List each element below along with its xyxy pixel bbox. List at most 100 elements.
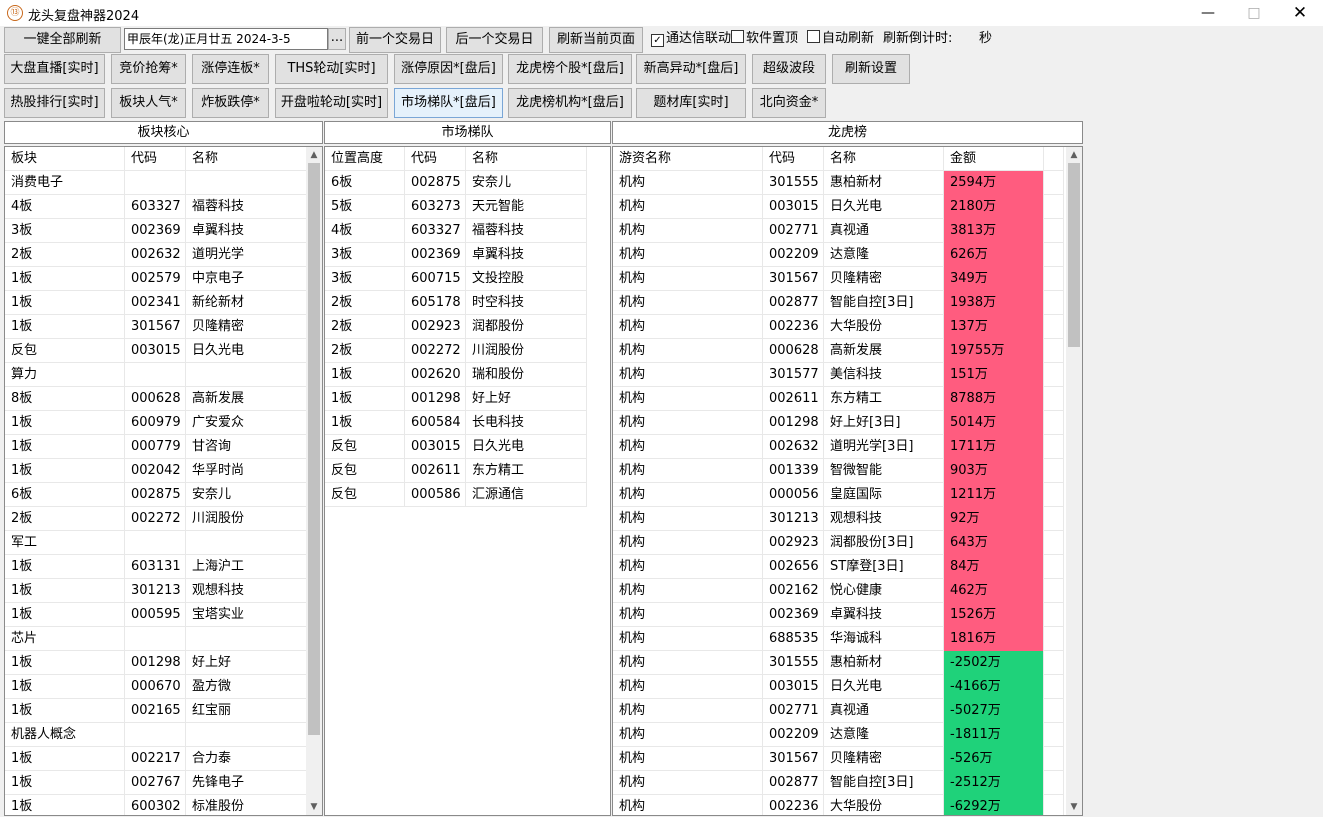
table-row[interactable]: 2板 605178 时空科技 <box>325 291 587 315</box>
refresh-page-button[interactable]: 刷新当前页面 <box>549 27 643 53</box>
sector-scrollbar[interactable]: ▲ ▼ <box>306 147 322 815</box>
table-row[interactable]: 反包 000586 汇源通信 <box>325 483 587 507</box>
auto-refresh-checkbox[interactable]: 自动刷新 <box>807 30 874 48</box>
table-row[interactable]: 1板 002579 中京电子 <box>5 267 307 291</box>
table-row[interactable]: 机构 000056 皇庭国际 1211万 <box>613 483 1064 507</box>
table-row[interactable]: 6板 002875 安奈儿 <box>5 483 307 507</box>
table-row[interactable]: 反包 003015 日久光电 <box>325 435 587 459</box>
table-row[interactable]: 机构 003015 日久光电 2180万 <box>613 195 1064 219</box>
nav-ths-rotation[interactable]: THS轮动[实时] <box>275 54 388 84</box>
nav-auction[interactable]: 竞价抢筹* <box>111 54 186 84</box>
table-row[interactable]: 机构 002209 达意隆 626万 <box>613 243 1064 267</box>
nav-limit-up-reason[interactable]: 涨停原因*[盘后] <box>394 54 503 84</box>
table-row[interactable]: 机构 002656 ST摩登[3日] 84万 <box>613 555 1064 579</box>
table-row[interactable]: 机构 301555 惠柏新材 2594万 <box>613 171 1064 195</box>
nav-lhb-institution[interactable]: 龙虎榜机构*[盘后] <box>508 88 632 118</box>
table-row[interactable]: 2板 002632 道明光学 <box>5 243 307 267</box>
table-row[interactable]: 2板 002272 川润股份 <box>325 339 587 363</box>
next-trading-day-button[interactable]: 后一个交易日 <box>446 27 543 53</box>
table-row[interactable]: 机构 003015 日久光电 -4166万 <box>613 675 1064 699</box>
table-row[interactable]: 4板 603327 福蓉科技 <box>5 195 307 219</box>
nav-lhb-stock[interactable]: 龙虎榜个股*[盘后] <box>508 54 632 84</box>
table-row[interactable]: 1板 002767 先锋电子 <box>5 771 307 795</box>
scroll-thumb[interactable] <box>308 163 320 736</box>
nav-refresh-settings[interactable]: 刷新设置 <box>832 54 910 84</box>
lhb-grid[interactable]: 游资名称 代码 名称 金额 机构 301555 惠柏新材 2594万 机构 003015 日久光电 2… <box>612 146 1083 816</box>
close-icon[interactable]: ✕ <box>1277 0 1323 26</box>
table-row[interactable]: 1板 001298 好上好 <box>325 387 587 411</box>
table-row[interactable]: 1板 301213 观想科技 <box>5 579 307 603</box>
table-row[interactable]: 机构 002877 智能自控[3日] 1938万 <box>613 291 1064 315</box>
table-row[interactable]: 1板 000670 盈方微 <box>5 675 307 699</box>
table-row[interactable]: 1板 002217 合力泰 <box>5 747 307 771</box>
table-row[interactable]: 机构 002209 达意隆 -1811万 <box>613 723 1064 747</box>
nav-limit-up-streak[interactable]: 涨停连板* <box>192 54 269 84</box>
lhb-scrollbar[interactable]: ▲ ▼ <box>1066 147 1082 815</box>
sector-core-grid[interactable]: 板块 代码 名称 消费电子 4板 603327 福蓉科技 3板 002369 卓翼科技 2板 0026… <box>4 146 323 816</box>
table-row[interactable]: 3板 002369 卓翼科技 <box>5 219 307 243</box>
nav-hot-stocks[interactable]: 热股排行[实时] <box>4 88 105 118</box>
scroll-down-icon[interactable]: ▼ <box>306 799 322 815</box>
table-row[interactable]: 1板 002165 红宝丽 <box>5 699 307 723</box>
nav-new-high[interactable]: 新高异动*[盘后] <box>636 54 746 84</box>
table-row[interactable]: 机构 002369 卓翼科技 1526万 <box>613 603 1064 627</box>
table-row[interactable]: 1板 000779 甘咨询 <box>5 435 307 459</box>
table-row[interactable]: 1板 603131 上海沪工 <box>5 555 307 579</box>
table-row[interactable]: 机构 301555 惠柏新材 -2502万 <box>613 651 1064 675</box>
market-ladder-grid[interactable]: 位置高度 代码 名称 6板 002875 安奈儿 5板 603273 天元智能 4板 603327 福… <box>324 146 611 816</box>
table-row[interactable]: 机构 688535 华海诚科 1816万 <box>613 627 1064 651</box>
prev-trading-day-button[interactable]: 前一个交易日 <box>349 27 441 53</box>
date-picker-button[interactable]: ... <box>328 28 346 50</box>
table-row[interactable]: 2板 002272 川润股份 <box>5 507 307 531</box>
table-row[interactable]: 1板 002620 瑞和股份 <box>325 363 587 387</box>
table-row[interactable]: 机构 002771 真视通 -5027万 <box>613 699 1064 723</box>
table-row[interactable]: 机构 002923 润都股份[3日] 643万 <box>613 531 1064 555</box>
table-row[interactable]: 1板 002341 新纶新材 <box>5 291 307 315</box>
table-row[interactable]: 机构 301567 贝隆精密 349万 <box>613 267 1064 291</box>
refresh-all-button[interactable]: 一键全部刷新 <box>4 27 121 53</box>
table-row[interactable]: 1板 002042 华孚时尚 <box>5 459 307 483</box>
nav-super-swing[interactable]: 超级波段 <box>752 54 826 84</box>
nav-market-live[interactable]: 大盘直播[实时] <box>4 54 105 84</box>
table-row[interactable]: 机构 002236 大华股份 -6292万 <box>613 795 1064 815</box>
table-row[interactable]: 军工 <box>5 531 307 555</box>
table-row[interactable]: 1板 000595 宝塔实业 <box>5 603 307 627</box>
pin-top-checkbox[interactable]: 软件置顶 <box>731 30 798 48</box>
table-row[interactable]: 4板 603327 福蓉科技 <box>325 219 587 243</box>
table-row[interactable]: 消费电子 <box>5 171 307 195</box>
table-row[interactable]: 3板 002369 卓翼科技 <box>325 243 587 267</box>
table-row[interactable]: 机构 002771 真视通 3813万 <box>613 219 1064 243</box>
nav-kpl-rotation[interactable]: 开盘啦轮动[实时] <box>275 88 388 118</box>
scroll-down-icon[interactable]: ▼ <box>1066 799 1082 815</box>
scroll-up-icon[interactable]: ▲ <box>1066 147 1082 163</box>
table-row[interactable]: 机构 000628 高新发展 19755万 <box>613 339 1064 363</box>
table-row[interactable]: 芯片 <box>5 627 307 651</box>
table-row[interactable]: 1板 600302 标准股份 <box>5 795 307 815</box>
table-row[interactable]: 机构 001339 智微智能 903万 <box>613 459 1064 483</box>
table-row[interactable]: 机构 002162 悦心健康 462万 <box>613 579 1064 603</box>
table-row[interactable]: 机构 002236 大华股份 137万 <box>613 315 1064 339</box>
table-row[interactable]: 机构 002611 东方精工 8788万 <box>613 387 1064 411</box>
table-row[interactable]: 6板 002875 安奈儿 <box>325 171 587 195</box>
table-row[interactable]: 1板 001298 好上好 <box>5 651 307 675</box>
nav-theme-library[interactable]: 题材库[实时] <box>636 88 746 118</box>
table-row[interactable]: 机构 001298 好上好[3日] 5014万 <box>613 411 1064 435</box>
table-row[interactable]: 算力 <box>5 363 307 387</box>
scroll-up-icon[interactable]: ▲ <box>306 147 322 163</box>
table-row[interactable]: 反包 003015 日久光电 <box>5 339 307 363</box>
tdx-link-checkbox[interactable]: ✓ 通达信联动 <box>651 30 731 48</box>
table-row[interactable]: 机器人概念 <box>5 723 307 747</box>
table-row[interactable]: 机构 301213 观想科技 92万 <box>613 507 1064 531</box>
table-row[interactable]: 1板 600584 长电科技 <box>325 411 587 435</box>
table-row[interactable]: 5板 603273 天元智能 <box>325 195 587 219</box>
table-row[interactable]: 2板 002923 润都股份 <box>325 315 587 339</box>
table-row[interactable]: 反包 002611 东方精工 <box>325 459 587 483</box>
table-row[interactable]: 机构 002877 智能自控[3日] -2512万 <box>613 771 1064 795</box>
nav-northbound[interactable]: 北向资金* <box>752 88 826 118</box>
table-row[interactable]: 机构 002632 道明光学[3日] 1711万 <box>613 435 1064 459</box>
table-row[interactable]: 3板 600715 文投控股 <box>325 267 587 291</box>
date-field[interactable]: 甲辰年(龙)正月廿五 2024-3-5 <box>124 28 328 50</box>
nav-market-ladder[interactable]: 市场梯队*[盘后] <box>394 88 503 118</box>
table-row[interactable]: 机构 301577 美信科技 151万 <box>613 363 1064 387</box>
table-row[interactable]: 1板 301567 贝隆精密 <box>5 315 307 339</box>
